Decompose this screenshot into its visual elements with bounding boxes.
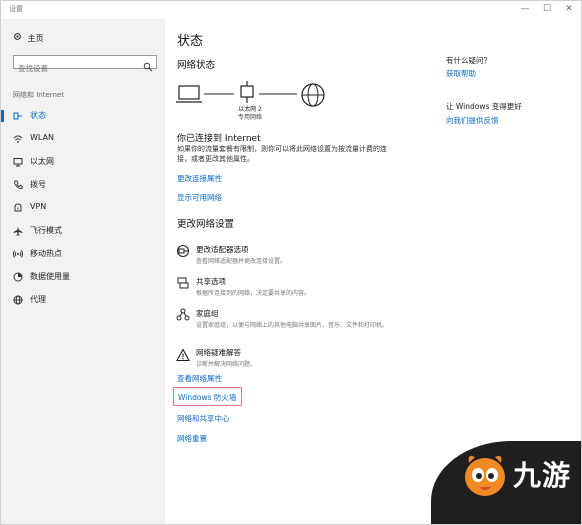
gear-icon [13,32,25,43]
feedback-link[interactable]: 向我们提供反馈 [446,115,499,126]
close-button[interactable]: ✕ [561,2,577,16]
change-network-settings-title: 更改网络设置 [177,219,235,230]
sidebar: 主页 网络和 Internet 状态 WLAN 以太网 [1,19,165,524]
sidebar-item-status[interactable]: 状态 [1,105,165,127]
option-title: 家庭组 [196,309,219,318]
home-label: 主页 [27,34,44,43]
homegroup-icon [176,307,190,321]
maximize-button[interactable]: ☐ [539,2,555,16]
option-title: 更改适配器选项 [196,245,249,254]
status-icon [13,111,23,121]
home-link[interactable]: 主页 [13,32,44,44]
option-description: 根据所连接到的网络，决定要共享的内容。 [196,290,311,297]
option-title: 网络疑难解答 [196,348,241,357]
sidebar-item-vpn[interactable]: VPN [1,197,165,219]
option-description: 诊断并解决网络问题。 [196,361,257,368]
help-question: 有什么疑问？ [446,56,491,65]
ethernet-icon [13,157,23,167]
search-box[interactable] [13,55,157,75]
windows-firewall-link[interactable]: Windows 防火墙 [178,392,236,403]
title-bar: 设置 — ☐ ✕ [1,1,581,19]
view-network-properties-link[interactable]: 查看网络属性 [177,373,222,384]
adapter-name: 以太网 2 [238,106,262,113]
change-connection-properties-link[interactable]: 更改连接属性 [177,173,222,184]
page-title: 状态 [177,34,204,49]
sidebar-item-proxy[interactable]: 代理 [1,289,165,311]
sidebar-item-label: 数据使用量 [30,272,70,281]
network-reset-link[interactable]: 网络重置 [177,433,207,444]
sidebar-item-ethernet[interactable]: 以太网 [1,151,165,173]
connected-description: 如果你的流量套餐有限制，则你可以将此网络设置为按流量计费的连接，或者更改其他属性… [177,145,387,163]
data-usage-icon [13,272,23,282]
improve-windows-title: 让 Windows 变得更好 [446,102,522,111]
sidebar-item-hotspot[interactable]: 移动热点 [1,243,165,265]
sidebar-item-dialup[interactable]: 拨号 [1,174,165,196]
sidebar-item-label: WLAN [30,133,55,142]
option-description: 查看网络适配器并更改连接设置。 [196,258,287,265]
vpn-icon [13,203,23,213]
sidebar-item-label: 以太网 [30,157,54,166]
adapter-icon [176,243,190,258]
window-title: 设置 [9,5,23,13]
connected-title: 你已连接到 Internet [177,134,261,144]
sidebar-item-airplane[interactable]: 飞行模式 [1,220,165,242]
option-description: 设置家庭组，以便与网络上的其他电脑共享图片、音乐、文件和打印机。 [196,322,389,329]
ethernet-adapter-icon [240,81,254,103]
watermark-text: 九游 [513,459,572,492]
watermark-mascot-logo [465,455,505,496]
search-icon[interactable] [143,57,153,72]
show-available-networks-link[interactable]: 显示可用网络 [177,192,222,203]
globe-icon [301,83,325,107]
warning-icon [176,347,190,362]
minimize-button[interactable]: — [517,2,533,16]
sidebar-item-label: 拨号 [30,180,46,189]
sharing-icon [176,275,190,289]
computer-icon [176,85,202,103]
wifi-icon [13,134,23,144]
sidebar-item-label: 状态 [30,111,46,120]
get-help-link[interactable]: 获取帮助 [446,68,476,79]
sidebar-item-wlan[interactable]: WLAN [1,128,165,150]
sidebar-item-data-usage[interactable]: 数据使用量 [1,266,165,288]
sidebar-item-label: VPN [30,202,47,211]
network-sharing-center-link[interactable]: 网络和共享中心 [177,413,230,424]
section-title: 网络和 Internet [13,91,65,99]
dialup-icon [13,180,23,190]
proxy-icon [13,295,23,305]
sidebar-item-label: 代理 [30,295,46,304]
airplane-icon [13,226,23,236]
hotspot-icon [13,249,23,259]
search-input[interactable] [14,62,146,75]
option-title: 共享选项 [196,277,226,286]
sidebar-item-label: 移动热点 [30,249,62,258]
settings-window: 设置 — ☐ ✕ 主页 网络和 Internet 状态 [0,0,582,525]
network-status-title: 网络状态 [177,60,216,71]
sidebar-item-label: 飞行模式 [30,226,62,235]
network-type: 专用网络 [237,114,262,121]
